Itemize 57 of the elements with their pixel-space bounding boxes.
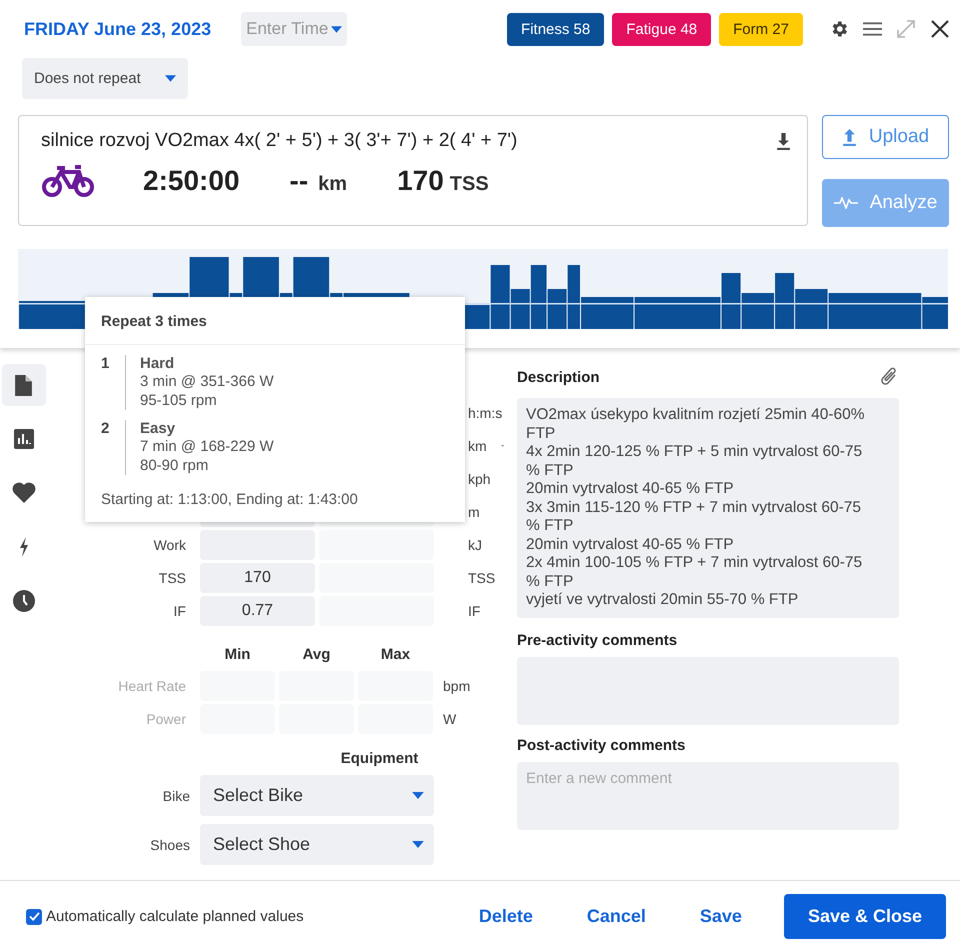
unit-label: kJ [467,537,483,553]
workout-title: silnice rozvoj VO2max 4x( 2' + 5') + 3( 3'+ 7') + 2( 4' + 7') [41,130,518,152]
step-name: Hard [140,355,176,372]
repeat-dropdown[interactable]: Does not repeat [22,58,188,99]
planned-value: 170 [244,569,271,587]
select-dropdown[interactable]: Select Bike [200,775,434,816]
unit-label: IF [467,603,482,619]
unit-label: kph [467,471,492,487]
footer-button[interactable]: Cancel [562,894,670,939]
step-number: 1 [101,355,110,374]
section-title: Pre-activity comments [517,632,678,648]
step-detail: 95-105 rpm [140,391,218,410]
tss-value: 170 [397,165,444,197]
unit-label: bpm [442,678,472,694]
unit-label: W [442,711,458,727]
footer-button[interactable]: Save [676,894,766,939]
unit-label: m [467,504,481,520]
checkbox-label: Automatically calculate planned values [46,908,304,925]
planned-field[interactable]: 170 [200,563,315,593]
tss-unit: TSS [450,172,489,196]
date-title: FRIDAY June 23, 2023 [24,18,212,40]
distance-unit: km [318,172,348,196]
step-number: 2 [101,420,110,439]
unit-dropdown[interactable]: km [438,438,504,454]
metric-badge: Fitness 58 [507,12,604,46]
planned-value: 0.77 [242,602,274,620]
metric-badge: Fatigue 48 [612,12,712,46]
step-detail: 3 min @ 351-366 W [140,372,274,391]
field-label: Bike [162,788,191,804]
column-header: Min [224,646,252,665]
select-dropdown[interactable]: Select Shoe [200,824,434,865]
column-header: Max [380,646,412,665]
step-detail: 80-90 rpm [140,456,210,475]
row-label: Heart Rate [117,678,187,694]
planned-field[interactable]: 0.77 [200,596,315,626]
field-label: Shoes [149,836,191,852]
unit-label: TSS [467,570,496,586]
tooltip-title: Repeat 3 times [85,313,465,345]
row-label: Work [152,537,187,553]
footer-button[interactable]: Delete [454,894,557,939]
column-header: Avg [302,646,332,665]
row-label: IF [172,603,187,619]
tooltip-footer: Starting at: 1:13:00, Ending at: 1:43:00 [101,491,449,508]
description-text[interactable]: VO2max úsekypo kvalitním rozjetí 25min 40-60% FTP 4x 2min 120-125 % FTP + 5 min vytrvalost 60-75 % FTP 20min vytrvalost 40-65 % FTP 3x 3min 115-120 % FTP + 7 min vytrvalost 60-75 % FTP 20min vytrvalost 40-65 % FTP 2x 4min 100-105 % FTP + 7 min vytrvalost 60-75 % FTP vyjetí ve vytrvalosti 20min 55-70 % FTP [517,398,899,618]
section-title: Equipment [340,750,418,767]
step-name: Easy [140,420,176,437]
row-label: Power [145,711,187,727]
duration-value: 2:50:00 [143,165,240,197]
comment-field[interactable]: Enter a new comment [517,762,899,830]
section-title: Post-activity comments [517,736,686,754]
step-detail: 7 min @ 168-229 W [140,437,274,456]
unit-label: h:m:s [467,405,504,421]
row-label: TSS [158,570,187,586]
distance-value: -- [290,165,308,197]
section-title: Description [517,368,600,386]
save-close-button[interactable]: Save & Close [784,894,946,939]
metric-badge: Form 27 [719,12,803,46]
